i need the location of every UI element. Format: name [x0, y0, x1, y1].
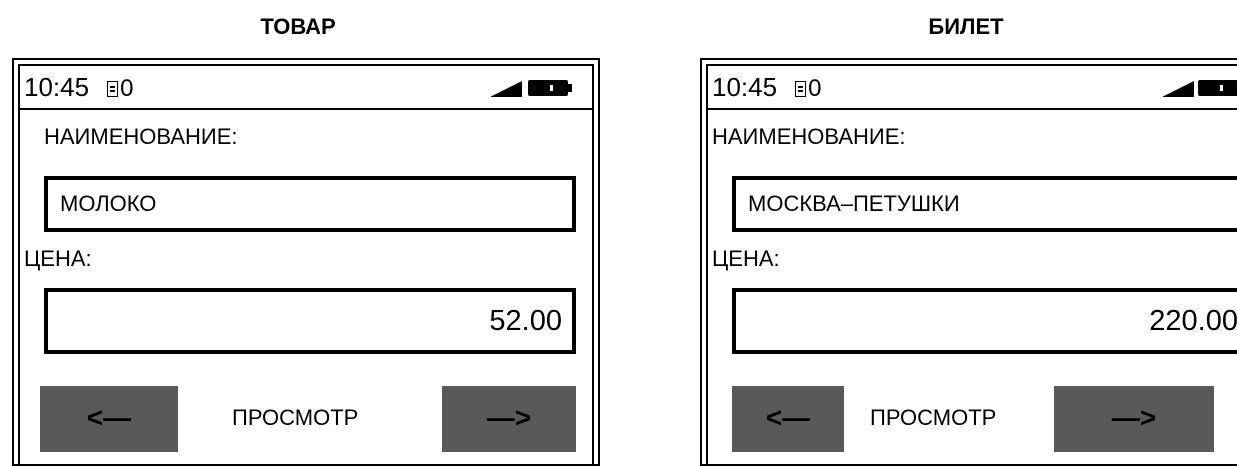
- status-bar: 10:45 0: [20, 66, 592, 110]
- clock: 10:45: [712, 72, 778, 102]
- screen-frame: 10:45 0 НАИМЕНОВАНИЕ: МОСКВА–ПЕТУШКИ ЦЕНА…: [706, 64, 1237, 464]
- device-screen-tovar: 10:45 0 НАИМЕНОВАНИЕ: МОЛОКО ЦЕНА: 52.00 …: [12, 58, 600, 466]
- name-label: НАИМЕНОВАНИЕ:: [712, 124, 906, 149]
- signal-icon: [490, 81, 522, 97]
- prev-button[interactable]: <—: [40, 386, 178, 452]
- document-icon: [795, 81, 807, 97]
- document-counter: 0: [808, 75, 822, 102]
- name-field[interactable]: МОЛОКО: [44, 176, 576, 232]
- panel-heading-tovar: ТОВАР: [260, 14, 336, 39]
- panel-heading-bilet: БИЛЕТ: [928, 14, 1004, 39]
- battery-icon: [528, 80, 572, 96]
- screen-frame: 10:45 0 НАИМЕНОВАНИЕ: МОЛОКО ЦЕНА: 52.00 …: [18, 64, 594, 464]
- name-label: НАИМЕНОВАНИЕ:: [44, 124, 238, 149]
- signal-icon: [1162, 81, 1194, 97]
- price-label: ЦЕНА:: [24, 246, 92, 271]
- battery-icon: [1198, 80, 1237, 96]
- price-field[interactable]: 52.00: [44, 288, 576, 354]
- document-counter: 0: [120, 75, 134, 102]
- view-label: ПРОСМОТР: [870, 405, 997, 430]
- view-label: ПРОСМОТР: [232, 405, 359, 430]
- price-label: ЦЕНА:: [712, 246, 780, 271]
- prev-button[interactable]: <—: [732, 386, 844, 452]
- document-icon: [107, 81, 119, 97]
- next-button[interactable]: —>: [442, 386, 576, 452]
- name-field[interactable]: МОСКВА–ПЕТУШКИ: [732, 176, 1237, 232]
- status-bar: 10:45 0: [708, 66, 1237, 110]
- device-screen-bilet: 10:45 0 НАИМЕНОВАНИЕ: МОСКВА–ПЕТУШКИ ЦЕНА…: [700, 58, 1237, 466]
- price-field[interactable]: 220.00: [732, 288, 1237, 354]
- clock: 10:45: [24, 72, 90, 102]
- next-button[interactable]: —>: [1054, 386, 1214, 452]
